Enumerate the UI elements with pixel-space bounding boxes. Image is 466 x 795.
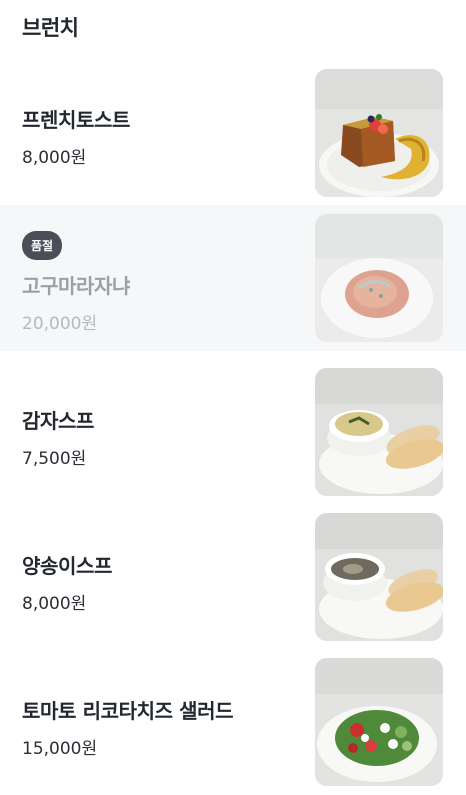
french-toast-photo (315, 69, 443, 197)
menu-item-text: 토마토 리코타치즈 샐러드 15,000원 (22, 695, 234, 759)
menu-item-price: 8,000원 (22, 594, 87, 614)
menu-item-name: 고구마라자냐 (22, 274, 130, 298)
menu-item-tomato-ricotta-salad[interactable]: 토마토 리코타치즈 샐러드 15,000원 (0, 649, 466, 795)
menu-item-text: 프렌치토스트 8,000원 (22, 104, 130, 168)
menu-item-name: 양송이스프 (22, 554, 112, 578)
menu-item-mushroom-soup[interactable]: 양송이스프 8,000원 (0, 504, 466, 650)
menu-item-potato-soup[interactable]: 감자스프 7,500원 (0, 359, 466, 505)
menu-item-name: 프렌치토스트 (22, 108, 130, 132)
mushroom-soup-photo (315, 513, 443, 641)
section-title: 브런치 (22, 16, 79, 40)
menu-item-text: 품절 고구마라자냐 20,000원 (22, 231, 130, 334)
sold-out-badge: 품절 (22, 231, 63, 260)
menu-item-price: 20,000원 (22, 314, 98, 334)
menu-item-name: 감자스프 (22, 409, 94, 433)
menu-item-name: 토마토 리코타치즈 샐러드 (22, 699, 234, 723)
potato-soup-photo (315, 368, 443, 496)
salad-photo (315, 658, 443, 786)
menu-item-french-toast[interactable]: 프렌치토스트 8,000원 (0, 60, 466, 206)
lasagna-photo (315, 214, 443, 342)
menu-item-price: 8,000원 (22, 148, 87, 168)
menu-item-text: 양송이스프 8,000원 (22, 550, 112, 614)
menu-item-price: 15,000원 (22, 739, 98, 759)
menu-item-sweet-potato-lasagna: 품절 고구마라자냐 20,000원 (0, 205, 466, 351)
menu-item-text: 감자스프 7,500원 (22, 405, 94, 469)
menu-item-price: 7,500원 (22, 449, 87, 469)
